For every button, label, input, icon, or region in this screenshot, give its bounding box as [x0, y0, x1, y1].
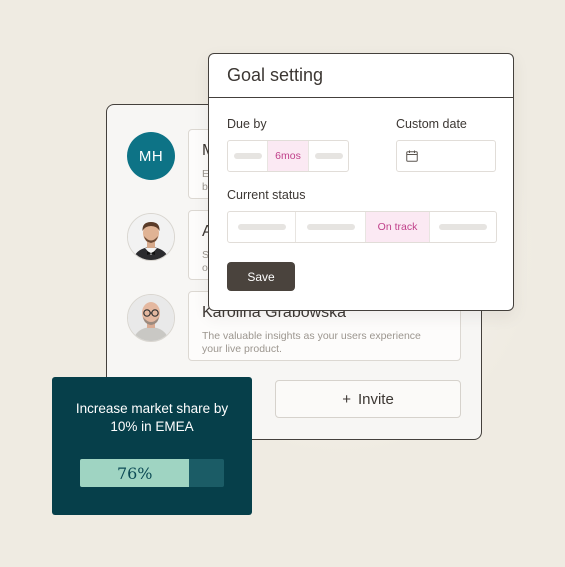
goal-setting-card: Goal setting Due by Custom date 6mos Cur… — [208, 53, 514, 311]
man-bowtie-photo-icon — [128, 214, 174, 260]
goal-progress-card: Increase market share by 10% in EMEA 76% — [52, 377, 252, 515]
custom-date-label: Custom date — [396, 117, 467, 131]
status-option[interactable] — [430, 212, 496, 242]
status-option[interactable] — [228, 212, 296, 242]
status-option-selected[interactable]: On track — [366, 212, 430, 242]
due-by-label: Due by — [227, 117, 267, 131]
progress-label: 76% — [116, 463, 153, 483]
due-by-option[interactable] — [309, 141, 348, 171]
due-by-selector: 6mos — [227, 140, 349, 172]
status-option[interactable] — [296, 212, 366, 242]
current-status-label: Current status — [227, 188, 306, 202]
progress-bar: 76% — [80, 459, 224, 487]
member-description: The valuable insights as your users expe… — [202, 330, 421, 355]
invite-button[interactable]: + Invite — [275, 380, 461, 418]
status-selector: On track — [227, 211, 497, 243]
due-by-option[interactable] — [228, 141, 268, 171]
plus-icon: + — [342, 390, 351, 408]
due-by-option-selected[interactable]: 6mos — [268, 141, 309, 171]
calendar-icon — [406, 150, 418, 162]
avatar: MH — [127, 132, 175, 180]
avatar — [127, 294, 175, 342]
save-button[interactable]: Save — [227, 262, 295, 291]
custom-date-field[interactable] — [396, 140, 496, 172]
man-glasses-photo-icon — [128, 295, 174, 341]
goal-setting-title: Goal setting — [209, 54, 513, 98]
goal-text: Increase market share by 10% in EMEA — [75, 401, 229, 434]
avatar-initials: MH — [138, 147, 164, 165]
avatar — [127, 213, 175, 261]
invite-label: Invite — [357, 390, 394, 408]
